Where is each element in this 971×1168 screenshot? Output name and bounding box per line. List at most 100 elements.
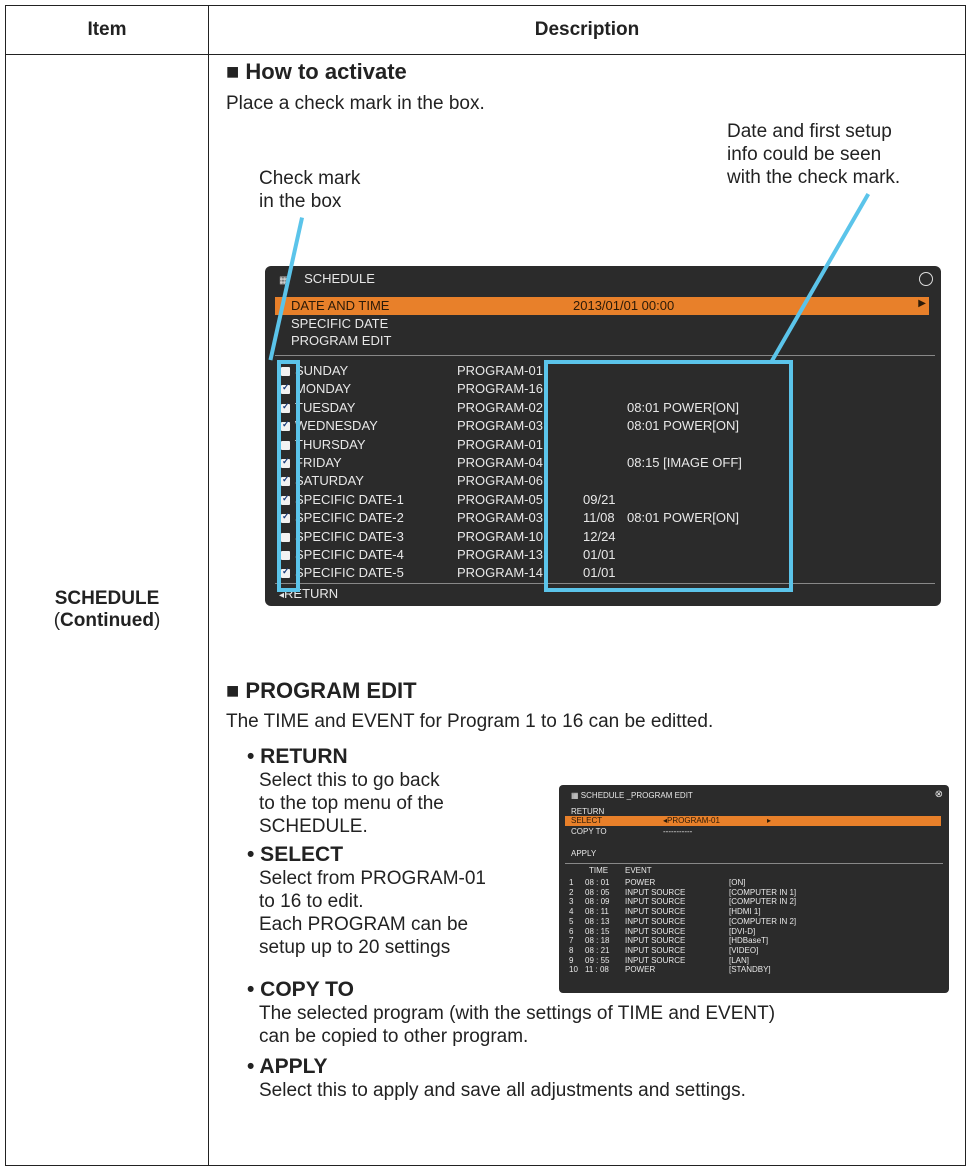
program-row-number: 4 bbox=[569, 907, 574, 917]
program-row-value: [LAN] bbox=[729, 955, 750, 965]
program-row[interactable]: 10 11 : 08 POWER [STANDBY] bbox=[559, 965, 949, 975]
program-row[interactable]: 4 08 : 11 INPUT SOURCE [HDMI 1] bbox=[559, 907, 949, 917]
help-icon[interactable]: ⊗ bbox=[935, 789, 943, 800]
program-row-event: INPUT SOURCE bbox=[625, 926, 686, 936]
copy-to-value: ----------- bbox=[663, 827, 693, 836]
program-row-event: INPUT SOURCE bbox=[625, 916, 686, 926]
schedule-row-name: SPECIFIC DATE-5 bbox=[295, 565, 404, 581]
program-row-number: 8 bbox=[569, 945, 574, 955]
program-row-time: 08 : 11 bbox=[585, 907, 609, 917]
callout-right: Date and first setup info could be seen … bbox=[727, 121, 901, 188]
program-row-event: INPUT SOURCE bbox=[625, 887, 686, 897]
program-row-time: 08 : 18 bbox=[585, 936, 610, 946]
header-item: Item bbox=[5, 5, 209, 55]
program-row-value: [HDMI 1] bbox=[729, 907, 761, 917]
program-edit-menu: ▦ SCHEDULE _PROGRAM EDIT ⊗ RETURN SELECT… bbox=[559, 785, 949, 993]
menu-item-apply[interactable]: APPLY bbox=[571, 849, 596, 858]
program-row[interactable]: 1 08 : 01 POWER [ON] bbox=[559, 878, 949, 888]
section-heading-activate: ■ How to activate bbox=[226, 59, 407, 84]
schedule-row-name: THURSDAY bbox=[295, 436, 366, 452]
schedule-row-name: SATURDAY bbox=[295, 473, 364, 489]
program-row[interactable]: 5 08 : 13 INPUT SOURCE [COMPUTER IN 2] bbox=[559, 917, 949, 927]
program-row-number: 3 bbox=[569, 897, 574, 907]
program-row-number: 7 bbox=[569, 936, 574, 946]
schedule-row-name: SUNDAY bbox=[295, 363, 349, 378]
section-text-program-edit: The TIME and EVENT for Program 1 to 16 c… bbox=[226, 711, 714, 732]
schedule-row-program: PROGRAM-13 bbox=[457, 547, 543, 562]
program-row-event: POWER bbox=[625, 965, 656, 975]
menu-item-program-edit[interactable]: PROGRAM EDIT bbox=[291, 333, 391, 348]
program-row-time: 09 : 55 bbox=[585, 955, 610, 965]
menu-item-copy-to[interactable]: COPY TO bbox=[571, 827, 607, 836]
program-row-number: 5 bbox=[569, 916, 574, 926]
menu-item-select[interactable]: SELECT ◂PROGRAM-01 ▸ bbox=[565, 816, 941, 826]
schedule-row-program: PROGRAM-04 bbox=[457, 455, 543, 470]
program-edit-title: ▦ SCHEDULE _PROGRAM EDIT bbox=[571, 791, 693, 800]
program-row-value: [COMPUTER IN 2] bbox=[729, 897, 797, 907]
schedule-row-program: PROGRAM-01 bbox=[457, 436, 543, 452]
item-cell: SCHEDULE (Continued) bbox=[5, 54, 209, 1166]
schedule-row-name: MONDAY bbox=[295, 381, 352, 397]
schedule-menu-title: ▦ SCHEDULE bbox=[279, 271, 375, 286]
schedule-row-program: PROGRAM-03 bbox=[457, 510, 543, 526]
program-row-number: 10 bbox=[569, 965, 578, 975]
schedule-row-name: WEDNESDAY bbox=[295, 418, 378, 434]
schedule-row-name: SPECIFIC DATE-1 bbox=[295, 491, 404, 507]
schedule-row-program: PROGRAM-14 bbox=[457, 565, 543, 581]
callout-left: Check mark in the box bbox=[259, 168, 361, 212]
schedule-row-name: FRIDAY bbox=[295, 455, 342, 470]
program-row-time: 11 : 08 bbox=[585, 965, 609, 975]
program-row[interactable]: 6 08 : 15 INPUT SOURCE [DVI-D] bbox=[559, 927, 949, 937]
bullet-select: • SELECT Select from PROGRAM-01 to 16 to… bbox=[247, 843, 486, 958]
program-row-time: 08 : 21 bbox=[585, 945, 610, 955]
program-row-value: [DVI-D] bbox=[729, 926, 756, 936]
schedule-row-name: TUESDAY bbox=[295, 399, 356, 415]
col-event: EVENT bbox=[625, 866, 652, 875]
program-row[interactable]: 9 09 : 55 INPUT SOURCE [LAN] bbox=[559, 956, 949, 966]
bullet-apply: • APPLY Select this to apply and save al… bbox=[247, 1055, 746, 1101]
schedule-row-name: SPECIFIC DATE-3 bbox=[295, 528, 404, 544]
program-row-value: [ON] bbox=[729, 878, 746, 887]
menu-item-specific-date[interactable]: SPECIFIC DATE bbox=[291, 316, 388, 331]
info-highlight bbox=[544, 360, 793, 592]
col-time: TIME bbox=[589, 866, 609, 875]
program-row-event: INPUT SOURCE bbox=[625, 936, 686, 946]
program-row-time: 08 : 01 bbox=[585, 878, 610, 887]
schedule-row-program: PROGRAM-03 bbox=[457, 418, 543, 434]
program-row-time: 08 : 09 bbox=[585, 897, 610, 907]
section-text-activate: Place a check mark in the box. bbox=[226, 93, 485, 114]
schedule-row-program: PROGRAM-06 bbox=[457, 473, 543, 489]
bullet-return: • RETURN Select this to go back to the t… bbox=[247, 745, 444, 837]
right-arrow-icon: ▶ bbox=[918, 298, 926, 309]
menu-item-return[interactable]: RETURN bbox=[571, 807, 604, 816]
help-icon[interactable] bbox=[919, 272, 933, 286]
menu-item-date-and-time[interactable]: DATE AND TIME 2013/01/01 00:00 ▶ bbox=[275, 297, 929, 315]
checkbox-highlight bbox=[277, 360, 300, 592]
program-row-time: 08 : 15 bbox=[585, 926, 610, 936]
program-row[interactable]: 8 08 : 21 INPUT SOURCE [VIDEO] bbox=[559, 946, 949, 956]
program-row[interactable]: 3 08 : 09 INPUT SOURCE [COMPUTER IN 2] bbox=[559, 897, 949, 907]
menu-icon: ▦ bbox=[571, 791, 579, 800]
program-row-time: 08 : 13 bbox=[585, 916, 610, 926]
description-cell: ■ How to activate Place a check mark in … bbox=[208, 54, 966, 1166]
program-row-event: INPUT SOURCE bbox=[625, 945, 686, 955]
program-row-value: [STANDBY] bbox=[729, 965, 771, 975]
schedule-row-program: PROGRAM-10 bbox=[457, 528, 543, 544]
schedule-row-name: SPECIFIC DATE-2 bbox=[295, 510, 404, 526]
section-heading-program-edit: ■ PROGRAM EDIT bbox=[226, 678, 417, 703]
program-row-time: 08 : 05 bbox=[585, 887, 610, 897]
program-row-value: [COMPUTER IN 2] bbox=[729, 916, 797, 926]
schedule-row-program: PROGRAM-01 bbox=[457, 363, 543, 378]
program-row[interactable]: 2 08 : 05 INPUT SOURCE [COMPUTER IN 1] bbox=[559, 888, 949, 898]
schedule-row-program: PROGRAM-02 bbox=[457, 399, 543, 415]
program-row-number: 6 bbox=[569, 926, 574, 936]
program-row-number: 9 bbox=[569, 955, 574, 965]
program-row-number: 1 bbox=[569, 878, 574, 887]
program-row-number: 2 bbox=[569, 887, 574, 897]
right-arrow-icon: ▸ bbox=[767, 816, 772, 825]
item-sub: (Continued) bbox=[53, 610, 161, 631]
header-description: Description bbox=[208, 5, 966, 55]
program-row[interactable]: 7 08 : 18 INPUT SOURCE [HDBaseT] bbox=[559, 936, 949, 946]
item-label: SCHEDULE bbox=[54, 588, 160, 609]
program-row-event: INPUT SOURCE bbox=[625, 907, 686, 917]
